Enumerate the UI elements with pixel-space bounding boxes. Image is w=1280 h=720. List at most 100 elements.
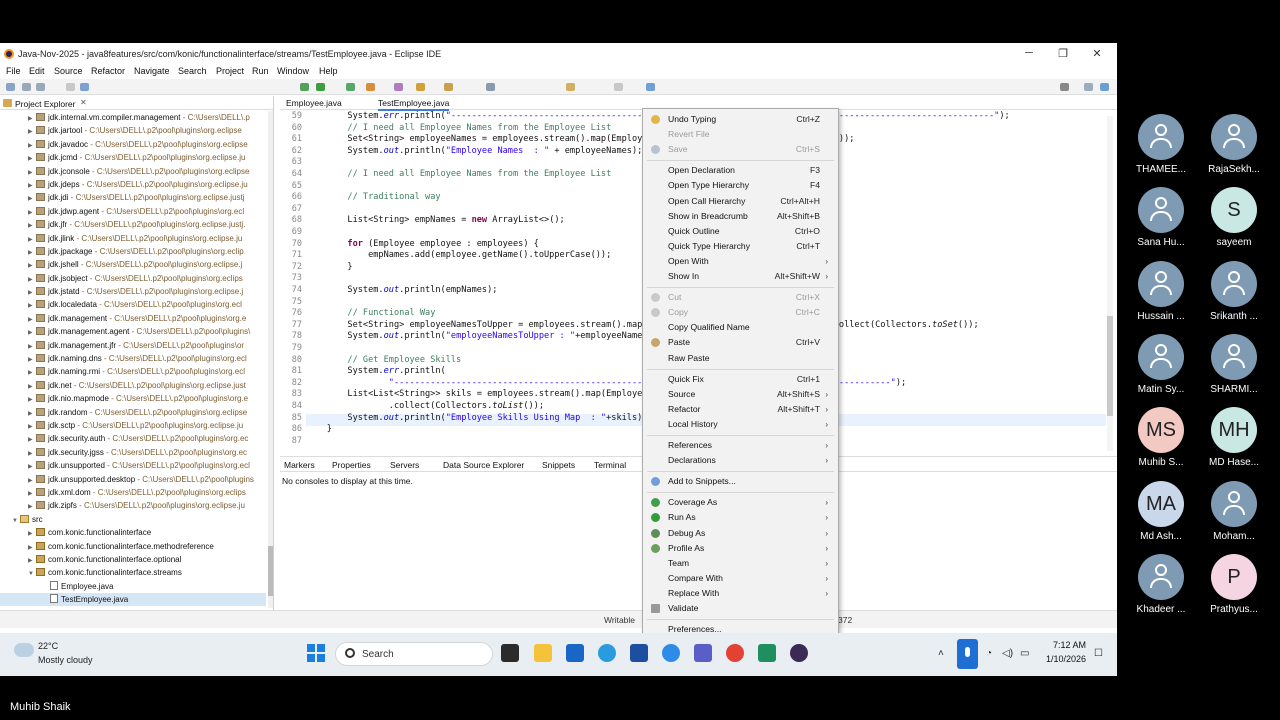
menu-item-references[interactable]: References ›	[643, 438, 838, 453]
tree-item[interactable]: ▶ jdk.javadoc - C:\Users\DELL\.p2\pool\pl…	[0, 138, 266, 151]
participant-tile[interactable]: Hussain ...	[1124, 260, 1198, 322]
menu-item-open-with[interactable]: Open With ›	[643, 254, 838, 269]
tree-item[interactable]: TestEmployee.java	[0, 593, 266, 607]
project-explorer-tab[interactable]: Project Explorer ✕	[0, 96, 273, 110]
tab-testemployee-java[interactable]: TestEmployee.java	[378, 98, 450, 111]
menu-item-declarations[interactable]: Declarations ›	[643, 453, 838, 468]
battery-icon[interactable]: ▭	[1020, 648, 1029, 659]
eclipse-taskbar-icon[interactable]	[790, 644, 808, 662]
tree-item[interactable]: ▶ jdk.jsobject - C:\Users\DELL\.p2\pool\p…	[0, 272, 266, 285]
menu-item-show-in-breadcrumb[interactable]: Show in Breadcrumb Alt+Shift+B	[643, 209, 838, 224]
weather-icon[interactable]	[14, 643, 34, 657]
external-tools-icon[interactable]	[366, 83, 375, 91]
chrome-icon[interactable]	[726, 644, 744, 662]
perspective-icon[interactable]	[1084, 83, 1093, 91]
clock-date[interactable]: 1/10/2026	[1036, 654, 1086, 664]
notification-icon[interactable]: ☐	[1094, 648, 1103, 659]
terminal-icon[interactable]	[66, 83, 75, 91]
chevron-right-icon[interactable]: ▶	[28, 153, 36, 164]
chevron-right-icon[interactable]: ▶	[28, 180, 36, 191]
tree-item[interactable]: ▶ jdk.naming.dns - C:\Users\DELL\.p2\pool…	[0, 352, 266, 365]
tree-item[interactable]: ▶ jdk.management - C:\Users\DELL\.p2\pool…	[0, 312, 266, 325]
chevron-down-icon[interactable]: ▼	[28, 568, 36, 579]
close-button[interactable]: ✕	[1086, 47, 1108, 60]
chevron-right-icon[interactable]: ▶	[28, 287, 36, 298]
chevron-right-icon[interactable]: ▶	[28, 341, 36, 352]
chevron-down-icon[interactable]: ▼	[12, 515, 20, 526]
save-icon[interactable]	[22, 83, 31, 91]
menu-item-source[interactable]: Source Alt+Shift+S ›	[643, 387, 838, 402]
tree-item[interactable]: ▶ jdk.unsupported - C:\Users\DELL\.p2\poo…	[0, 459, 266, 472]
menu-window[interactable]: Window	[277, 66, 309, 76]
tab-snippets[interactable]: Snippets	[542, 460, 575, 470]
chevron-right-icon[interactable]: ▶	[28, 113, 36, 124]
menu-item-raw-paste[interactable]: Raw Paste	[643, 351, 838, 366]
chevron-right-icon[interactable]: ▶	[28, 327, 36, 338]
chevron-right-icon[interactable]: ▶	[28, 448, 36, 459]
tree-item[interactable]: ▶ jdk.jdwp.agent - C:\Users\DELL\.p2\pool…	[0, 205, 266, 218]
chevron-right-icon[interactable]: ▶	[28, 394, 36, 405]
menu-item-profile-as[interactable]: Profile As ›	[643, 541, 838, 556]
search-icon[interactable]	[1060, 83, 1069, 91]
menu-item-run-as[interactable]: Run As ›	[643, 510, 838, 525]
tree-item[interactable]: ▶ jdk.jfr - C:\Users\DELL\.p2\pool\plugin…	[0, 218, 266, 231]
chevron-right-icon[interactable]: ▶	[28, 475, 36, 486]
new-java-project-icon[interactable]	[394, 83, 403, 91]
tree-item[interactable]: Employee.java	[0, 580, 266, 593]
menu-item-debug-as[interactable]: Debug As ›	[643, 526, 838, 541]
participant-tile[interactable]: MH MD Hase...	[1197, 407, 1271, 468]
chevron-right-icon[interactable]: ▶	[28, 167, 36, 178]
minimize-button[interactable]: ─	[1018, 47, 1040, 59]
participant-tile[interactable]: Moham...	[1197, 480, 1271, 542]
participant-tile[interactable]: SHARMI...	[1197, 333, 1271, 395]
tree-item[interactable]: ▶ com.konic.functionalinterface.optional	[0, 553, 266, 566]
tree-item[interactable]: ▶ jdk.unsupported.desktop - C:\Users\DELL…	[0, 473, 266, 486]
chevron-right-icon[interactable]: ▶	[28, 247, 36, 258]
tree-item[interactable]: ▶ jdk.nio.mapmode - C:\Users\DELL\.p2\poo…	[0, 392, 266, 405]
chevron-right-icon[interactable]: ▶	[28, 542, 36, 553]
chevron-right-icon[interactable]: ▶	[28, 314, 36, 325]
chevron-right-icon[interactable]: ▶	[28, 260, 36, 271]
tree-item[interactable]: ▶ jdk.security.auth - C:\Users\DELL\.p2\p…	[0, 432, 266, 445]
tree-item[interactable]: ▶ jdk.jlink - C:\Users\DELL\.p2\pool\plug…	[0, 232, 266, 245]
outlook-icon[interactable]	[566, 644, 584, 662]
menu-navigate[interactable]: Navigate	[134, 66, 170, 76]
participant-tile[interactable]: Matin Sy...	[1124, 333, 1198, 395]
chevron-right-icon[interactable]: ▶	[28, 488, 36, 499]
chevron-right-icon[interactable]: ▶	[28, 461, 36, 472]
chevron-right-icon[interactable]: ▶	[28, 434, 36, 445]
menu-item-quick-fix[interactable]: Quick Fix Ctrl+1	[643, 372, 838, 387]
menu-item-paste[interactable]: Paste Ctrl+V	[643, 335, 838, 350]
coverage-icon[interactable]	[346, 83, 355, 91]
tree-item[interactable]: ▶ jdk.jdi - C:\Users\DELL\.p2\pool\plugin…	[0, 191, 266, 204]
tree-item[interactable]: ▶ jdk.xml.dom - C:\Users\DELL\.p2\pool\pl…	[0, 486, 266, 499]
tree-item[interactable]: ▶ jdk.management.agent - C:\Users\DELL\.p…	[0, 325, 266, 338]
editor-scrollbar[interactable]	[1107, 116, 1113, 451]
chevron-right-icon[interactable]: ▶	[28, 421, 36, 432]
tree-item[interactable]: ▶ jdk.zipfs - C:\Users\DELL\.p2\pool\plug…	[0, 499, 266, 512]
menu-item-quick-type-hierarchy[interactable]: Quick Type Hierarchy Ctrl+T	[643, 239, 838, 254]
close-icon[interactable]: ✕	[80, 98, 87, 107]
participant-tile[interactable]: MA Md Ash...	[1124, 480, 1198, 542]
menu-source[interactable]: Source	[54, 66, 83, 76]
explorer-scrollbar[interactable]	[268, 111, 273, 608]
tab-employee-java[interactable]: Employee.java	[286, 98, 342, 108]
tab-markers[interactable]: Markers	[284, 460, 315, 470]
chevron-right-icon[interactable]: ▶	[28, 300, 36, 311]
participant-tile[interactable]: RajaSekh...	[1197, 114, 1271, 175]
edge-icon[interactable]	[598, 644, 616, 662]
new-icon[interactable]	[6, 83, 15, 91]
menu-item-add-to-snippets[interactable]: Add to Snippets...	[643, 474, 838, 489]
tab-properties[interactable]: Properties	[332, 460, 371, 470]
file-explorer-icon[interactable]	[534, 644, 552, 662]
tree-item[interactable]: ▶ jdk.naming.rmi - C:\Users\DELL\.p2\pool…	[0, 365, 266, 378]
menu-item-undo-typing[interactable]: Undo Typing Ctrl+Z	[643, 112, 838, 127]
chevron-right-icon[interactable]: ▶	[28, 408, 36, 419]
windows-start-icon[interactable]	[307, 644, 325, 662]
tree-item[interactable]: ▶ jdk.jartool - C:\Users\DELL\.p2\pool\pl…	[0, 124, 266, 137]
menu-refactor[interactable]: Refactor	[91, 66, 125, 76]
tree-item[interactable]: ▶ jdk.security.jgss - C:\Users\DELL\.p2\p…	[0, 446, 266, 459]
menu-help[interactable]: Help	[319, 66, 338, 76]
tree-item[interactable]: ▶ com.konic.functionalinterface	[0, 526, 266, 539]
menu-item-copy-qualified-name[interactable]: Copy Qualified Name	[643, 320, 838, 335]
